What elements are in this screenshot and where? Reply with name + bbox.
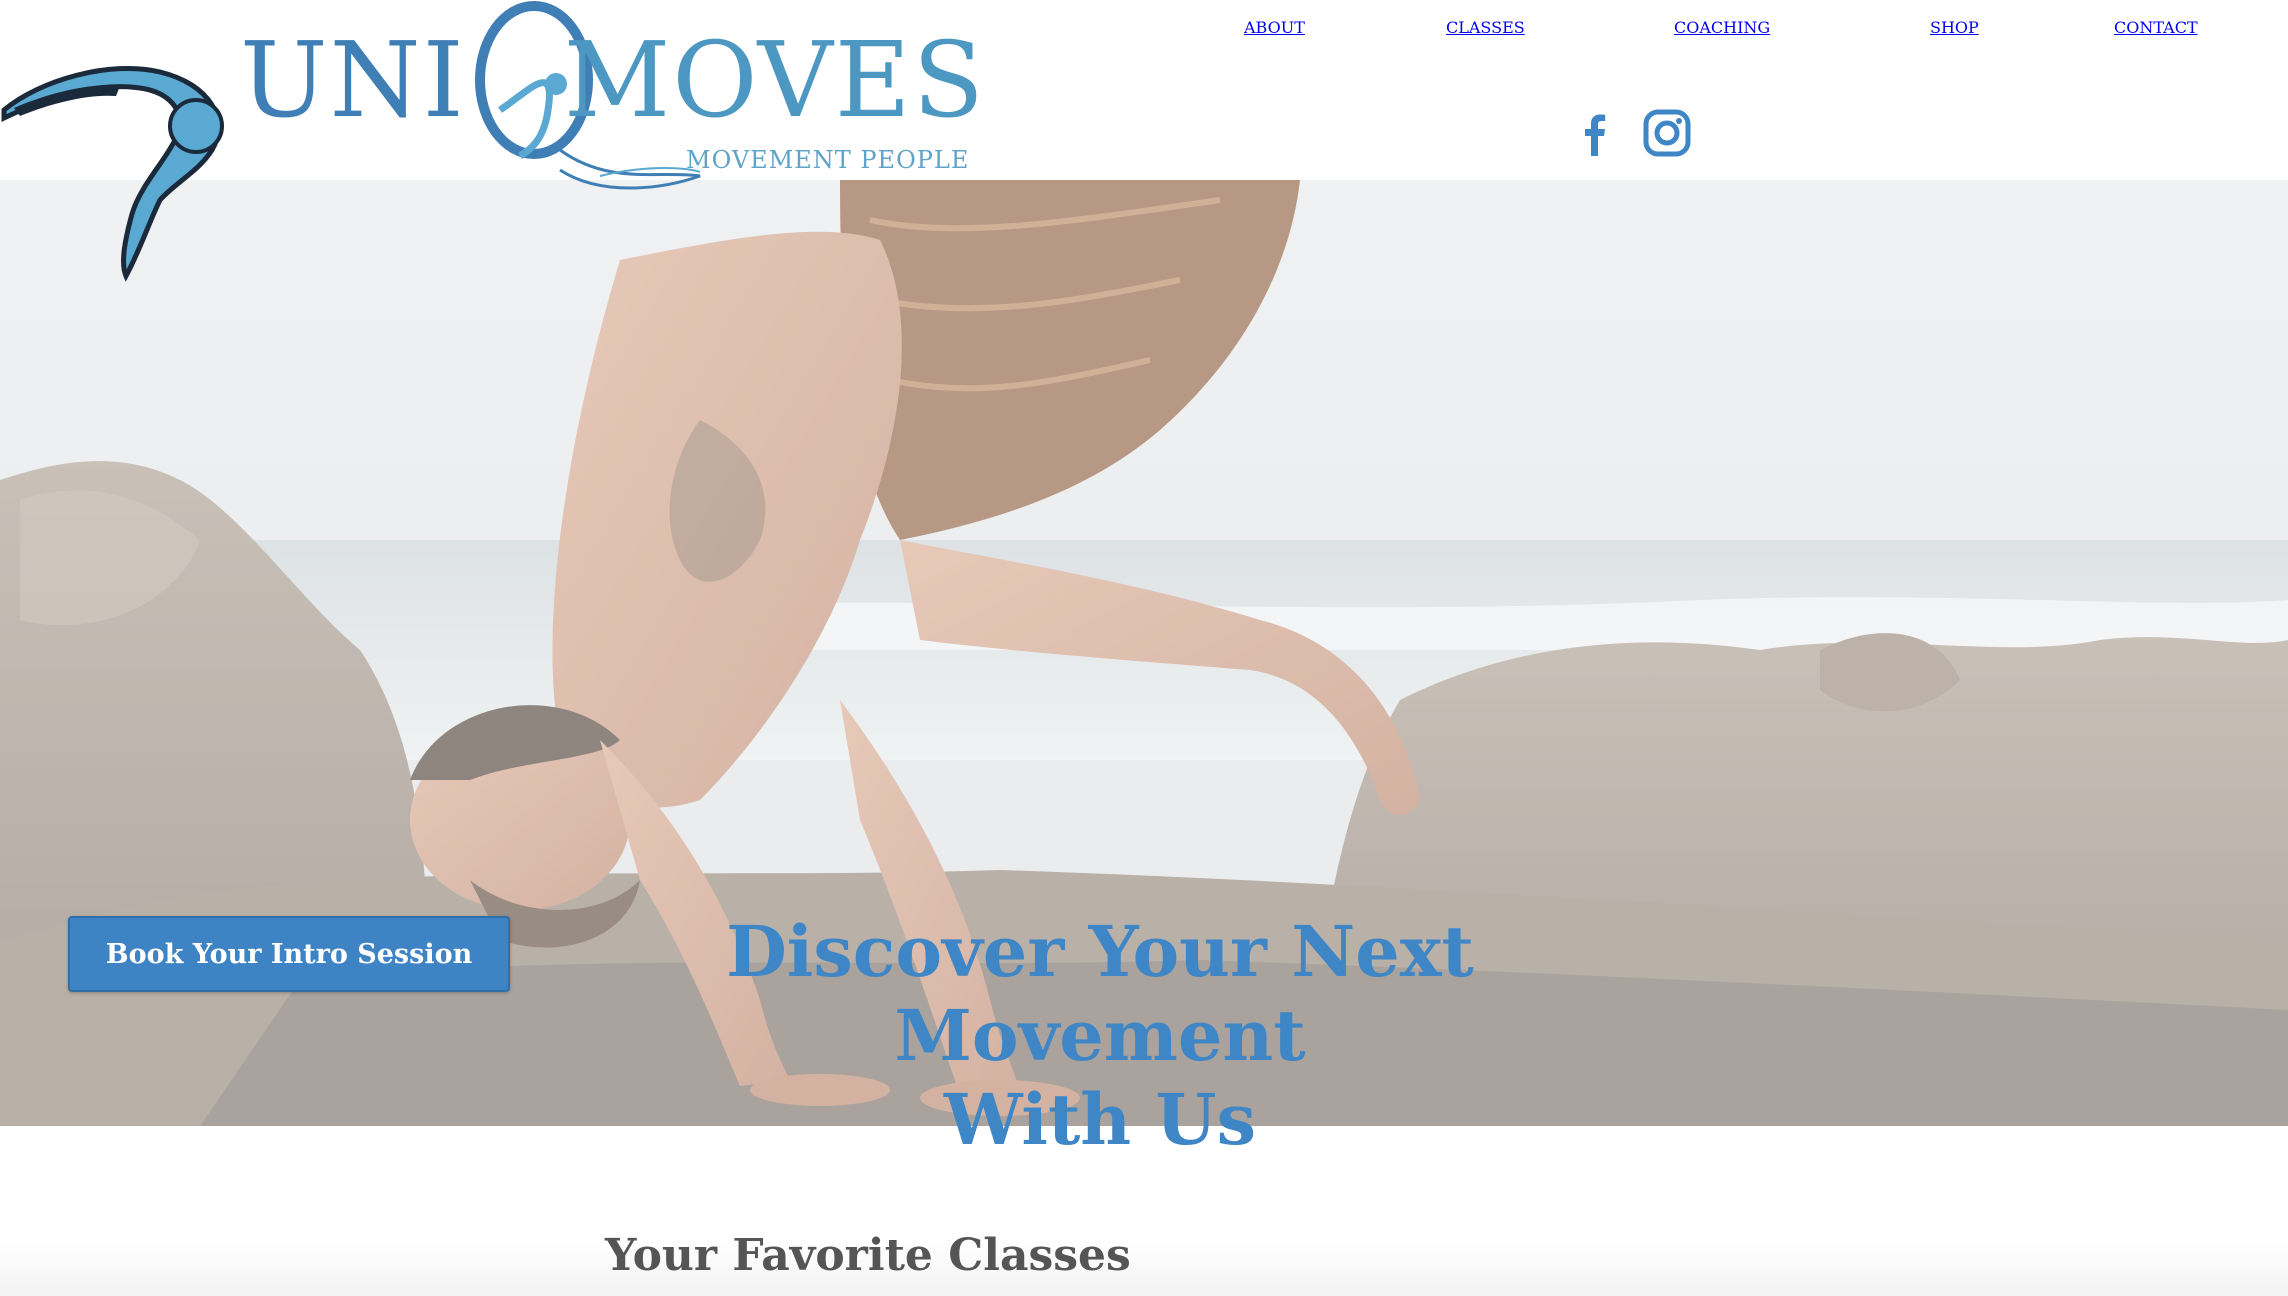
section-divider xyxy=(0,1240,2288,1296)
nav-about-label[interactable]: ABOUT xyxy=(1244,18,1305,37)
book-intro-session-button[interactable]: Book Your Intro Session xyxy=(68,916,510,992)
brand-name-right: MOVES xyxy=(563,19,986,141)
brand-logo[interactable]: UNI MOVES MOVEMENT PEOPLE xyxy=(0,0,984,290)
hero-headline-line2: With Us xyxy=(943,1078,1257,1161)
instagram-icon[interactable] xyxy=(1642,108,1692,158)
brand-wordmark: UNI MOVES xyxy=(240,28,986,132)
brand-name-left: UNI xyxy=(240,19,466,141)
facebook-icon[interactable] xyxy=(1570,108,1620,158)
nav-item-contact[interactable]: CONTACT xyxy=(2114,18,2256,37)
hero-headline-line1: Discover Your Next Movement xyxy=(726,910,1474,1077)
nav-coaching-label[interactable]: COACHING xyxy=(1674,18,1770,37)
nav-contact-label[interactable]: CONTACT xyxy=(2114,18,2198,37)
section-title: Your Favorite Classes xyxy=(605,1230,1131,1281)
social-links xyxy=(1570,108,1692,158)
nav-shop-label[interactable]: SHOP xyxy=(1930,18,1979,37)
nav-classes-label[interactable]: CLASSES xyxy=(1446,18,1525,37)
hero-headline: Discover Your Next Movement With Us xyxy=(560,910,1640,1162)
brand-tagline: MOVEMENT PEOPLE xyxy=(686,146,970,174)
